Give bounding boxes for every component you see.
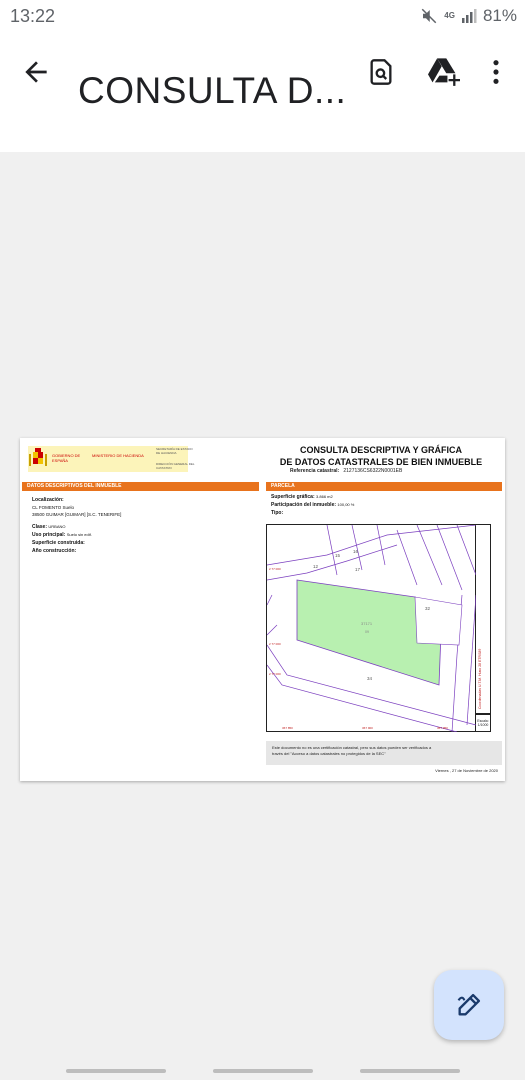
map-scale: Escala: 1/1000	[476, 714, 491, 732]
doc-title: CONSULTA DESCRIPTIVA Y GRÁFICA DE DATOS …	[270, 444, 492, 468]
tipo-row: Tipo:	[271, 510, 284, 516]
pdf-page[interactable]: GOBIERNO DE ESPAÑA MINISTERIO DE HACIEND…	[20, 438, 505, 781]
cadastral-map-drawing: 2 77 000 2 77 000 2 77 000 367 850 367 9…	[266, 524, 477, 733]
svg-text:2 77 000: 2 77 000	[269, 642, 281, 646]
direccion-label: DIRECCIÓN GENERAL DEL CATASTRO	[156, 462, 195, 470]
disclaimer-line2: través del "Acceso a datos catastrales n…	[272, 751, 386, 756]
document-title: CONSULTA D...	[78, 70, 347, 111]
map-label-09: 09	[365, 630, 369, 634]
svg-text:367 900: 367 900	[362, 726, 373, 730]
svg-text:2 77 000: 2 77 000	[269, 567, 281, 571]
cadastral-map: 2 77 000 2 77 000 2 77 000 367 850 367 9…	[266, 524, 477, 733]
nav-recents-handle[interactable]	[360, 1069, 460, 1073]
anio-construccion-row: Año construcción:	[32, 548, 77, 554]
system-nav-bar	[0, 1060, 525, 1080]
annotate-fab[interactable]	[434, 970, 504, 1040]
doc-title-line1: CONSULTA DESCRIPTIVA Y GRÁFICA	[299, 445, 462, 455]
doc-title-line2: DE DATOS CATASTRALES DE BIEN INMUEBLE	[279, 457, 483, 467]
map-label-32: 32	[425, 606, 431, 611]
nav-back-handle[interactable]	[66, 1069, 166, 1073]
svg-text:367 850: 367 850	[282, 726, 293, 730]
superficie-construida-row: Superficie construida:	[32, 540, 85, 546]
map-label-parcel: 37171	[361, 621, 373, 626]
map-label-15: 15	[335, 553, 341, 558]
spain-coat-of-arms-icon	[29, 448, 47, 466]
mute-icon	[422, 8, 437, 24]
clase-row: Clase: URBANO	[32, 524, 66, 530]
disclaimer-box: Este documento no es una certificación c…	[266, 741, 502, 765]
status-bar: 13:22 4G 81%	[0, 0, 525, 34]
map-label-34: 34	[367, 676, 373, 681]
ref-catastral: Referencia catastral: 2127136CS6322N0001…	[290, 468, 402, 474]
pdf-viewer[interactable]: GOBIERNO DE ESPAÑA MINISTERIO DE HACIEND…	[0, 152, 525, 1080]
map-label-17: 17	[355, 567, 361, 572]
superficie-grafica-row: Superficie gráfica: 3.866 m2	[271, 494, 333, 500]
back-arrow-icon[interactable]	[20, 56, 52, 88]
section-datos-descriptivos: DATOS DESCRIPTIVOS DEL INMUEBLE	[22, 482, 259, 491]
signal-icon	[461, 9, 477, 23]
gobierno-label: GOBIERNO DE ESPAÑA	[52, 453, 81, 463]
map-label-16: 16	[353, 549, 359, 554]
address-line1: CL FOMENTO Suelo	[32, 505, 75, 510]
participacion-row: Participación del inmueble: 100,00 %	[271, 502, 355, 508]
svg-text:2 77 000: 2 77 000	[269, 672, 281, 676]
svg-text:367 950: 367 950	[437, 726, 448, 730]
ref-value: 2127136CS6322N0001EB	[343, 468, 403, 474]
secretaria-label: SECRETARÍA DE ESTADO DE HACIENDA	[156, 447, 193, 455]
uso-row: Uso principal: Suelo sin edif.	[32, 532, 92, 538]
ministerio-label: MINISTERIO DE HACIENDA	[92, 453, 144, 458]
status-icons: 4G 81%	[420, 5, 517, 27]
section-parcela: PARCELA	[266, 482, 502, 491]
status-time: 13:22	[10, 6, 56, 26]
battery-level: 81%	[482, 6, 517, 25]
add-to-drive-icon[interactable]	[428, 56, 460, 86]
address-line2: 38500 GUIMAR [GUIMAR] [S.C. TENERIFE]	[32, 512, 122, 517]
map-side-text: Coordenadas U.T.M. Huso 28 ETRS89	[478, 648, 482, 709]
ref-label: Referencia catastral:	[290, 468, 340, 474]
network-type: 4G	[444, 11, 455, 20]
app-bar: CONSULTA D...	[0, 34, 525, 152]
map-side-panel: Coordenadas U.T.M. Huso 28 ETRS89	[476, 524, 491, 714]
more-vert-icon[interactable]	[488, 58, 504, 86]
map-label-12: 12	[313, 564, 319, 569]
nav-home-handle[interactable]	[213, 1069, 313, 1073]
document-date: Viernes , 27 de Noviembre de 2020	[435, 768, 498, 773]
search-document-icon[interactable]	[367, 58, 395, 86]
edit-pen-icon	[457, 993, 481, 1016]
localizacion-label: Localización:	[32, 497, 64, 503]
